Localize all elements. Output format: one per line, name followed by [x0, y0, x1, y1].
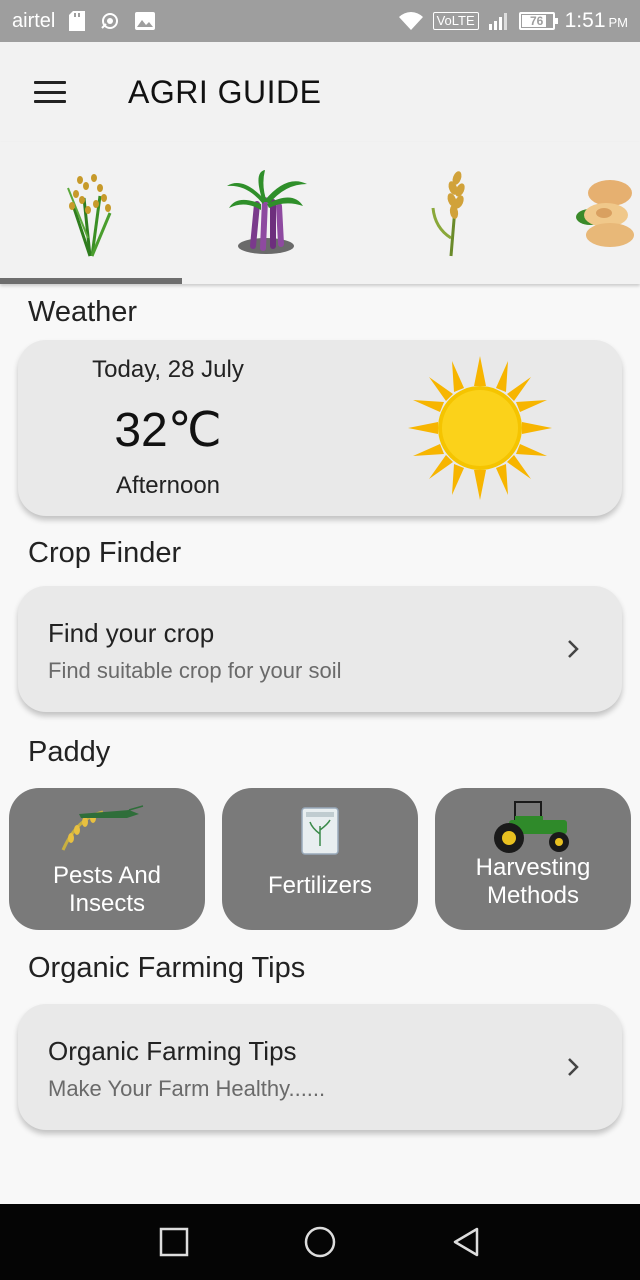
tractor-icon: [494, 801, 569, 853]
crop-tabs: [0, 142, 640, 284]
find-crop-subtitle: Find suitable crop for your soil: [48, 658, 342, 683]
weather-heading: Weather: [28, 296, 138, 328]
chevron-right-icon: [568, 1058, 579, 1076]
paddy-icon: [67, 174, 112, 257]
sun-icon: [408, 356, 552, 500]
wheat-icon: [431, 171, 465, 257]
sd-card-icon: [69, 11, 86, 31]
sugarcane-icon: [227, 170, 307, 254]
paddy-heading: Paddy: [28, 736, 111, 768]
battery-level: 76: [529, 14, 544, 28]
fertilizers-tile[interactable]: Fertilizers: [222, 788, 418, 930]
back-button[interactable]: [448, 1224, 484, 1260]
clock-time: 1:51: [564, 9, 606, 32]
tab-paddy[interactable]: [0, 142, 180, 284]
recents-button[interactable]: [156, 1224, 192, 1260]
find-crop-title: Find your crop: [48, 618, 215, 648]
weather-date: Today, 28 July: [92, 356, 244, 383]
carrier-name: airtel: [12, 9, 56, 32]
square-icon: [159, 1227, 189, 1257]
app-title: AGRI GUIDE: [128, 73, 322, 110]
weather-period: Afternoon: [115, 472, 221, 499]
battery-icon: 76: [518, 12, 558, 30]
organic-heading: Organic Farming Tips: [28, 952, 306, 984]
wifi-icon: [398, 12, 423, 30]
clock-ampm: PM: [608, 15, 629, 30]
status-bar: airtel VoLTE 76 1:51 PM: [0, 0, 640, 42]
weather-temperature: 32℃: [114, 404, 222, 457]
crop-finder-heading: Crop Finder: [28, 537, 182, 569]
pests-label-line2: Insects: [68, 890, 146, 917]
app-bar: AGRI GUIDE: [0, 42, 640, 142]
weather-card[interactable]: Today, 28 July 32℃ Afternoon: [18, 340, 622, 516]
organic-tips-subtitle: Make Your Farm Healthy......: [48, 1076, 326, 1101]
image-icon: [135, 12, 156, 30]
organic-tips-title: Organic Farming Tips: [48, 1036, 297, 1066]
volte-badge: VoLTE: [432, 12, 479, 30]
menu-icon[interactable]: [34, 81, 66, 103]
pests-label-line1: Pests And: [52, 862, 162, 889]
fertilizer-bag-icon: [301, 807, 339, 855]
harvesting-methods-tile[interactable]: Harvesting Methods: [435, 788, 631, 930]
tab-wheat[interactable]: [362, 142, 542, 284]
system-nav-bar: [0, 1204, 640, 1280]
tab-indicator: [0, 278, 182, 284]
pests-insects-tile[interactable]: Pests And Insects: [9, 788, 205, 930]
pest-icon: [61, 805, 144, 851]
groundnut-icon: [576, 180, 634, 247]
circle-icon: [304, 1226, 336, 1258]
fertilizers-label: Fertilizers: [267, 872, 372, 899]
home-button[interactable]: [302, 1224, 338, 1260]
chevron-right-icon: [568, 640, 579, 658]
tab-sugarcane[interactable]: [176, 142, 356, 284]
signal-icon: [488, 12, 509, 30]
tab-groundnut[interactable]: [560, 142, 640, 284]
find-crop-card[interactable]: Find your crop Find suitable crop for yo…: [18, 586, 622, 712]
clock: 1:51 PM: [565, 9, 628, 33]
organic-tips-card[interactable]: Organic Farming Tips Make Your Farm Heal…: [18, 1004, 622, 1130]
harvesting-label-line1: Harvesting: [475, 854, 591, 881]
harvesting-label-line2: Methods: [486, 882, 580, 909]
triangle-back-icon: [453, 1227, 479, 1257]
hotspot-icon: [99, 10, 121, 32]
